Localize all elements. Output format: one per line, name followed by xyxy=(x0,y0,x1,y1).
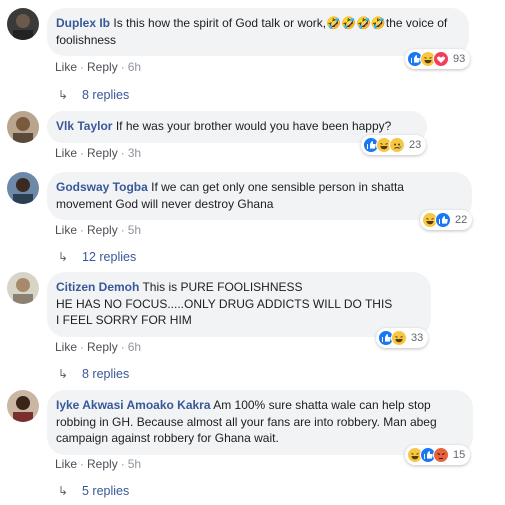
reaction-summary[interactable]: 33 xyxy=(376,328,429,348)
comment-timestamp[interactable]: 6h xyxy=(128,340,141,354)
replies-count[interactable]: 5 replies xyxy=(82,484,129,498)
comment-timestamp[interactable]: 6h xyxy=(128,60,141,74)
avatar[interactable] xyxy=(7,8,39,40)
reaction-summary[interactable]: 93 xyxy=(405,49,471,69)
avatar[interactable] xyxy=(7,111,39,143)
reply-arrow-icon: ↳ xyxy=(58,250,69,264)
view-replies-link[interactable]: ↳ 12 replies xyxy=(58,250,136,264)
comment-actions: Like · Reply · 5h xyxy=(55,457,142,471)
view-replies-link[interactable]: ↳ 8 replies xyxy=(58,88,129,102)
reaction-count: 33 xyxy=(411,332,424,344)
comment-timestamp[interactable]: 5h xyxy=(128,223,141,237)
view-replies-link[interactable]: ↳ 8 replies xyxy=(58,367,129,381)
comment-text-line: This is PURE FOOLISHNESS xyxy=(142,280,303,294)
reply-arrow-icon: ↳ xyxy=(58,88,69,102)
reply-link[interactable]: Reply xyxy=(87,60,118,74)
comment-actions: Like · Reply · 5h xyxy=(55,223,142,237)
like-reaction-icon xyxy=(435,212,451,228)
reaction-count: 23 xyxy=(409,139,422,151)
sad-reaction-icon xyxy=(389,137,405,153)
comment-author[interactable]: Duplex Ib xyxy=(56,16,110,30)
comment-bubble: Citizen Demoh This is PURE FOOLISHNESS H… xyxy=(47,272,431,337)
reaction-summary[interactable]: 23 xyxy=(361,135,427,155)
comment-text: If he was your brother would you have be… xyxy=(115,119,392,133)
replies-count[interactable]: 12 replies xyxy=(82,250,136,264)
avatar[interactable] xyxy=(7,272,39,304)
like-link[interactable]: Like xyxy=(55,340,77,354)
comment-text: Is this how the spirit of God talk or wo… xyxy=(56,16,448,47)
avatar[interactable] xyxy=(7,390,39,422)
like-link[interactable]: Like xyxy=(55,223,77,237)
avatar[interactable] xyxy=(7,172,39,204)
comment-bubble: Iyke Akwasi Amoako Kakra Am 100% sure sh… xyxy=(47,390,473,455)
comment-bubble: Godsway Togba If we can get only one sen… xyxy=(47,172,472,220)
comment-text-line: I FEEL SORRY FOR HIM xyxy=(56,313,192,327)
comment-timestamp[interactable]: 3h xyxy=(128,146,141,160)
reply-link[interactable]: Reply xyxy=(87,457,118,471)
comment-author[interactable]: Iyke Akwasi Amoako Kakra xyxy=(56,398,211,412)
like-link[interactable]: Like xyxy=(55,457,77,471)
angry-reaction-icon xyxy=(433,447,449,463)
reply-link[interactable]: Reply xyxy=(87,223,118,237)
love-reaction-icon xyxy=(433,51,449,67)
haha-reaction-icon xyxy=(391,330,407,346)
like-link[interactable]: Like xyxy=(55,60,77,74)
comment-bubble: Duplex Ib Is this how the spirit of God … xyxy=(47,8,469,56)
reply-link[interactable]: Reply xyxy=(87,146,118,160)
reaction-count: 22 xyxy=(455,214,468,226)
reply-arrow-icon: ↳ xyxy=(58,367,69,381)
view-replies-link[interactable]: ↳ 5 replies xyxy=(58,484,129,498)
comment-author[interactable]: Citizen Demoh xyxy=(56,280,139,294)
replies-count[interactable]: 8 replies xyxy=(82,367,129,381)
reaction-summary[interactable]: 15 xyxy=(405,445,471,465)
like-link[interactable]: Like xyxy=(55,146,77,160)
comment-author[interactable]: Vlk Taylor xyxy=(56,119,112,133)
reaction-count: 93 xyxy=(453,53,466,65)
replies-count[interactable]: 8 replies xyxy=(82,88,129,102)
comment-actions: Like · Reply · 6h xyxy=(55,340,142,354)
reply-arrow-icon: ↳ xyxy=(58,484,69,498)
reply-link[interactable]: Reply xyxy=(87,340,118,354)
reaction-summary[interactable]: 22 xyxy=(420,210,473,230)
reaction-count: 15 xyxy=(453,449,466,461)
comment-author[interactable]: Godsway Togba xyxy=(56,180,148,194)
comment-actions: Like · Reply · 3h xyxy=(55,146,142,160)
comment-timestamp[interactable]: 5h xyxy=(128,457,141,471)
comment-actions: Like · Reply · 6h xyxy=(55,60,142,74)
comment-text-line: HE HAS NO FOCUS.....ONLY DRUG ADDICTS WI… xyxy=(56,296,393,311)
